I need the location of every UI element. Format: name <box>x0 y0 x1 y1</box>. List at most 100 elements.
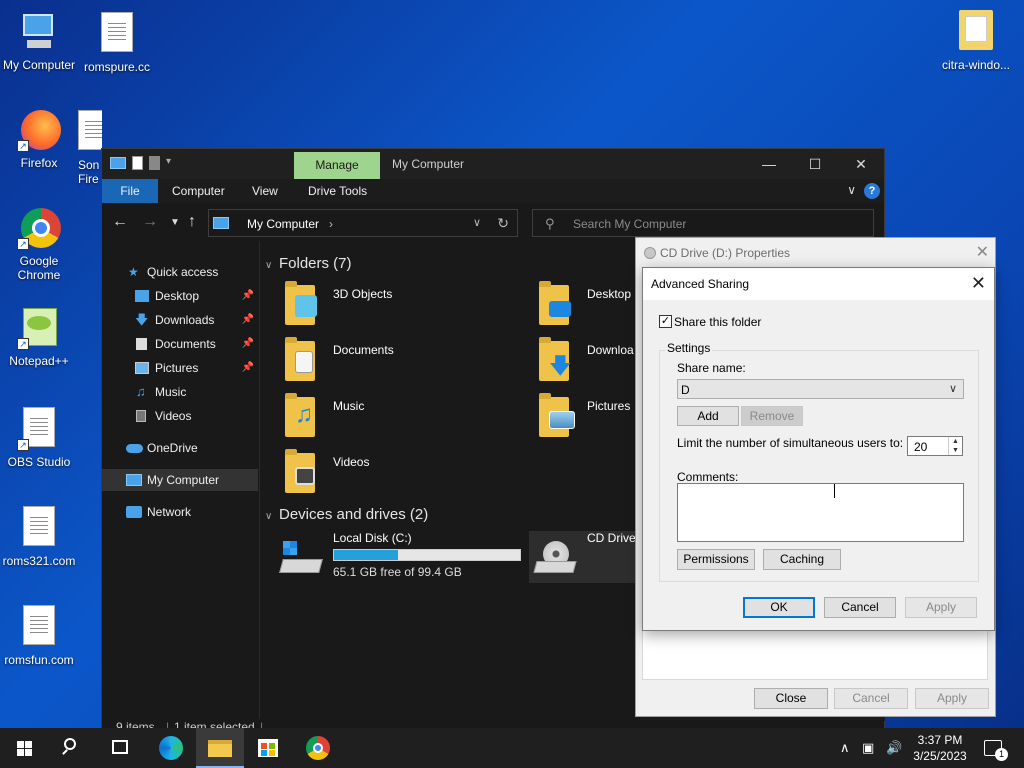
maximize-icon[interactable]: ☐ <box>792 149 838 179</box>
share-name-value: D <box>681 383 690 397</box>
quick-access-toolbar: ▾ <box>110 156 176 170</box>
taskbar-edge[interactable] <box>147 728 195 768</box>
desktop-icon-son-fire[interactable]: Son Fire <box>78 108 102 186</box>
star-icon: ★ <box>128 265 139 279</box>
add-button[interactable]: Add <box>677 406 739 426</box>
desktop-icon-romspure[interactable]: romspure.cc <box>78 10 156 74</box>
folder-pictures[interactable]: Pictures <box>515 393 645 445</box>
search-icon: ⚲ <box>545 216 555 231</box>
network-icon[interactable]: ▣ <box>862 740 874 756</box>
expand-ribbon-icon[interactable]: ∨ <box>847 183 856 197</box>
tab-view[interactable]: View <box>252 184 278 198</box>
window-title: My Computer <box>392 157 465 171</box>
close-icon[interactable]: ✕ <box>976 242 989 262</box>
folder-desktop[interactable]: Desktop <box>515 281 645 333</box>
share-name-label: Share name: <box>677 361 746 375</box>
start-button[interactable] <box>0 728 48 768</box>
share-name-combobox[interactable]: D ∨ <box>677 379 964 399</box>
taskbar-store[interactable] <box>244 728 292 768</box>
folders-group-header[interactable]: ∨ Folders (7) <box>265 255 352 272</box>
desktop-icon-notepadpp[interactable]: ↗ Notepad++ <box>0 306 78 368</box>
pin-icon: 📌 <box>241 314 254 325</box>
collapse-chevron-icon[interactable]: ∨ <box>265 511 279 522</box>
documents-icon <box>295 351 313 373</box>
taskbar-file-explorer[interactable] <box>196 728 244 768</box>
nav-onedrive[interactable]: OneDrive <box>102 437 258 459</box>
back-arrow-icon[interactable]: ← <box>112 213 128 231</box>
minimize-icon[interactable]: — <box>746 149 792 179</box>
new-folder-icon[interactable] <box>149 156 160 170</box>
desktop-icon-my-computer[interactable]: My Computer <box>0 10 78 72</box>
drive-local-disk-c[interactable]: Local Disk (C:) 65.1 GB free of 99.4 GB <box>261 531 523 583</box>
properties-icon[interactable] <box>132 156 143 170</box>
nav-label: Music <box>155 385 187 399</box>
folder-3d-objects[interactable]: 3D Objects <box>261 281 501 333</box>
show-hidden-icons[interactable]: ∧ <box>840 740 850 756</box>
tab-computer[interactable]: Computer <box>172 184 225 198</box>
apply-button[interactable]: Apply <box>905 597 977 618</box>
caching-button[interactable]: Caching <box>763 549 841 570</box>
nav-item-downloads[interactable]: 🡇 Downloads 📌 <box>102 309 258 331</box>
apply-button[interactable]: Apply <box>915 688 989 709</box>
pictures-icon <box>135 362 149 374</box>
nav-item-documents[interactable]: Documents 📌 <box>102 333 258 355</box>
nav-item-music[interactable]: ♫ Music <box>102 381 258 403</box>
nav-label: Documents <box>155 337 216 351</box>
notification-center-icon[interactable]: 1 <box>984 740 1008 761</box>
text-cursor-icon <box>834 484 835 498</box>
nav-item-desktop[interactable]: Desktop 📌 <box>102 285 258 307</box>
nav-item-videos[interactable]: Videos <box>102 405 258 427</box>
folder-downloads[interactable]: 🡇 Downloa <box>515 337 645 389</box>
cancel-button[interactable]: Cancel <box>834 688 908 709</box>
address-dropdown-icon[interactable]: ∨ <box>473 216 481 229</box>
help-icon[interactable]: ? <box>864 183 880 199</box>
folder-videos[interactable]: Videos <box>261 449 501 501</box>
system-clock[interactable]: 3:37 PM 3/25/2023 <box>910 732 970 764</box>
folder-music[interactable]: ♫ Music <box>261 393 501 445</box>
tab-file[interactable]: File <box>102 179 158 203</box>
desktop-icon-google-chrome[interactable]: ↗ Google Chrome <box>0 206 78 282</box>
search-button[interactable] <box>48 728 96 768</box>
address-bar[interactable]: My Computer › ∨ ↻ <box>208 209 518 237</box>
breadcrumb-chevron-icon[interactable]: › <box>329 217 333 231</box>
desktop-icon-roms321[interactable]: roms321.com <box>0 504 78 568</box>
tab-drive-tools[interactable]: Drive Tools <box>308 184 367 198</box>
nav-quick-access[interactable]: ★ Quick access <box>102 261 258 283</box>
collapse-chevron-icon[interactable]: ∨ <box>265 260 279 271</box>
comments-textarea[interactable] <box>677 483 964 542</box>
forward-arrow-icon[interactable]: → <box>142 213 158 231</box>
chevron-down-icon[interactable]: ∨ <box>949 382 957 395</box>
search-box[interactable]: ⚲ Search My Computer <box>532 209 874 237</box>
volume-icon[interactable]: 🔊 <box>886 740 902 756</box>
folder-documents[interactable]: Documents <box>261 337 501 389</box>
cancel-button[interactable]: Cancel <box>824 597 896 618</box>
close-icon[interactable]: ✕ <box>971 273 986 294</box>
share-folder-checkbox[interactable]: ✓ <box>659 315 672 328</box>
cube-icon <box>295 295 317 317</box>
nav-my-computer[interactable]: My Computer <box>102 469 258 491</box>
desktop-icon-citra[interactable]: citra-windo... <box>936 10 1016 72</box>
group-title: Folders (7) <box>279 255 352 272</box>
remove-button[interactable]: Remove <box>741 406 803 426</box>
close-button[interactable]: Close <box>754 688 828 709</box>
drive-cd-d[interactable]: CD Drive <box>529 531 637 583</box>
navigation-pane: ★ Quick access Desktop 📌 🡇 Downloads 📌 D… <box>102 241 260 721</box>
recent-locations-icon[interactable]: ▼ <box>170 217 180 228</box>
user-limit-spinner[interactable]: 20 ▲ ▼ <box>907 436 963 456</box>
task-view-button[interactable] <box>96 728 144 768</box>
permissions-button[interactable]: Permissions <box>677 549 755 570</box>
devices-group-header[interactable]: ∨ Devices and drives (2) <box>265 506 428 523</box>
nav-network[interactable]: Network <box>102 501 258 523</box>
close-icon[interactable]: ✕ <box>838 149 884 179</box>
spinner-arrows-icon[interactable]: ▲ ▼ <box>948 437 962 455</box>
nav-item-pictures[interactable]: Pictures 📌 <box>102 357 258 379</box>
tab-manage[interactable]: Manage <box>294 152 380 179</box>
ok-button[interactable]: OK <box>743 597 815 618</box>
up-arrow-icon[interactable]: ↑ <box>188 213 196 231</box>
desktop-icon-romsfun[interactable]: romsfun.com <box>0 603 78 667</box>
desktop-icon-firefox[interactable]: ↗ Firefox <box>0 108 78 170</box>
taskbar-chrome[interactable] <box>294 728 342 768</box>
refresh-icon[interactable]: ↻ <box>497 215 509 232</box>
desktop-icon-obs-studio[interactable]: ↗ OBS Studio <box>0 405 78 469</box>
chevron-down-icon[interactable]: ▾ <box>166 156 176 170</box>
